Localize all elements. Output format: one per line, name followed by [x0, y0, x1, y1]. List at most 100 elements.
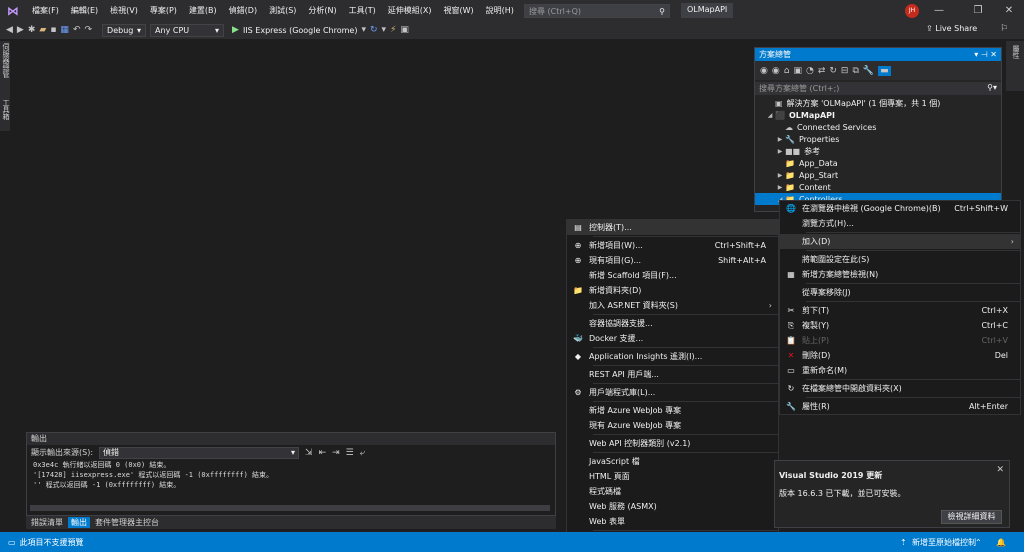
view-details-button[interactable]: 檢視詳細資料	[941, 510, 1002, 524]
chevron-down-icon[interactable]: ▾	[974, 50, 978, 59]
output-horizontal-scrollbar[interactable]	[30, 505, 550, 511]
show-all-files-icon[interactable]: ⧉	[852, 66, 858, 76]
menu-item[interactable]: JavaScript 檔	[567, 454, 778, 469]
switch-views-icon[interactable]: ▣	[793, 66, 802, 76]
home-icon[interactable]: ⌂	[784, 66, 790, 76]
refresh-icon[interactable]: ↻	[370, 25, 378, 35]
word-wrap-icon[interactable]: ⤶	[360, 448, 365, 458]
notification-bell-icon[interactable]: 🔔	[996, 538, 1006, 547]
menu-item[interactable]: 將範圍設定在此(S)	[780, 252, 1020, 267]
menu-item[interactable]: 專案(P)	[144, 5, 183, 16]
platform-select[interactable]: Any CPU ▾	[150, 23, 225, 37]
pin-icon[interactable]: ⊣	[981, 50, 988, 59]
menu-item[interactable]: 編輯(E)	[65, 5, 104, 16]
menu-item[interactable]: 瀏覽方式(H)...	[780, 216, 1020, 231]
expand-arrow-icon[interactable]: ▶	[775, 172, 785, 179]
menu-item[interactable]: 說明(H)	[480, 5, 520, 16]
minimize-icon[interactable]: —	[924, 0, 954, 21]
back-icon[interactable]: ◀	[6, 25, 13, 35]
preview-icon[interactable]: ▬	[878, 65, 891, 76]
open-folder-icon[interactable]: ▰	[39, 25, 46, 35]
menu-item[interactable]: 視窗(W)	[438, 5, 480, 16]
properties-tab[interactable]: 屬性	[1011, 45, 1021, 59]
menu-item[interactable]: ▭ 重新命名(M)	[780, 363, 1020, 378]
next-message-icon[interactable]: ⇥	[332, 448, 340, 458]
menu-item[interactable]: ⊕ 新增項目(W)... Ctrl+Shift+A	[567, 238, 778, 253]
menu-item[interactable]: 加入 ASP.NET 資料夾(S) ›	[567, 298, 778, 313]
restore-icon[interactable]: ❐	[963, 0, 993, 21]
close-icon[interactable]: ✕	[994, 0, 1024, 21]
menu-item[interactable]: ✕ 刪除(D) Del	[780, 348, 1020, 363]
pending-changes-icon[interactable]: ◔	[806, 66, 814, 76]
collapse-all-icon[interactable]: ⊟	[841, 66, 849, 76]
collapse-arrow-icon[interactable]: ◢	[765, 112, 775, 119]
browser-link-icon[interactable]: ⚡	[390, 25, 396, 35]
feedback-icon[interactable]: ⚐	[1000, 24, 1008, 34]
clear-all-icon[interactable]: ☰	[346, 448, 354, 458]
menu-item[interactable]: 📁 新增資料夾(D)	[567, 283, 778, 298]
menu-item[interactable]: ▤ 控制器(T)...	[567, 220, 778, 235]
menu-item[interactable]: 🌐 在瀏覽器中檢視 (Google Chrome)(B) Ctrl+Shift+W	[780, 201, 1020, 216]
screenshot-icon[interactable]: ▣	[400, 25, 409, 35]
menu-item[interactable]: ◆ Application Insights 遙測(I)...	[567, 349, 778, 364]
bottom-tab[interactable]: 套件管理器主控台	[92, 517, 162, 528]
menu-item[interactable]: Web 服務 (ASMX)	[567, 499, 778, 514]
chevron-down-icon[interactable]: ▾	[382, 25, 387, 35]
menu-item[interactable]: ↻ 在檔案總管中開啟資料夾(X)	[780, 381, 1020, 396]
menu-item[interactable]: 檢視(V)	[104, 5, 144, 16]
visual-studio-logo-icon[interactable]: ⋈	[0, 0, 26, 21]
menu-item[interactable]: ⚙ 用戶端程式庫(L)...	[567, 385, 778, 400]
menu-item[interactable]: 新增 Azure WebJob 專案	[567, 403, 778, 418]
chevron-down-icon[interactable]: ▾	[361, 25, 366, 35]
sync-icon[interactable]: ⇄	[818, 66, 826, 76]
menu-item[interactable]: 現有 Azure WebJob 專案	[567, 418, 778, 433]
expand-arrow-icon[interactable]: ▶	[775, 148, 785, 155]
avatar[interactable]: JH	[905, 4, 919, 18]
menu-item[interactable]: Web 表單	[567, 514, 778, 529]
menu-item[interactable]: 加入(D) ›	[780, 234, 1020, 249]
tree-item[interactable]: ▣ 解決方案 'OLMapAPI' (1 個專案，共 1 個)	[755, 97, 1001, 109]
live-share-button[interactable]: ⇪ Live Share	[926, 24, 977, 33]
run-target-button[interactable]: IIS Express (Google Chrome)	[243, 26, 358, 35]
menu-item[interactable]: REST API 用戶端...	[567, 367, 778, 382]
menu-item[interactable]: 檔案(F)	[26, 5, 65, 16]
bottom-tab[interactable]: 錯誤清單	[28, 517, 66, 528]
menu-item[interactable]: ▦ 新增方案總管檢視(N)	[780, 267, 1020, 282]
menu-item[interactable]: 程式碼檔	[567, 484, 778, 499]
back-icon[interactable]: ◉	[760, 66, 768, 76]
menu-item[interactable]: 容器協調器支援...	[567, 316, 778, 331]
tree-item[interactable]: ☁ Connected Services	[755, 121, 1001, 133]
close-icon[interactable]: ✕	[990, 50, 997, 59]
menu-item[interactable]: Web API 控制器類別 (v2.1)	[567, 436, 778, 451]
menu-item[interactable]: 工具(T)	[343, 5, 382, 16]
forward-icon[interactable]: ◉	[772, 66, 780, 76]
menu-item[interactable]: 偵錯(D)	[223, 5, 263, 16]
menu-item[interactable]: 分析(N)	[302, 5, 342, 16]
save-icon[interactable]: ▪	[50, 25, 56, 35]
tree-item[interactable]: ▶ 🔧 Properties	[755, 133, 1001, 145]
tree-item[interactable]: 📁 App_Data	[755, 157, 1001, 169]
menu-item[interactable]: 測試(S)	[263, 5, 302, 16]
tree-item[interactable]: ▶ ■■ 参考	[755, 145, 1001, 157]
refresh-icon[interactable]: ↻	[829, 66, 837, 76]
redo-icon[interactable]: ↷	[84, 25, 92, 35]
play-icon[interactable]: ▶	[232, 25, 239, 35]
new-project-icon[interactable]: ✱	[28, 25, 36, 35]
prev-message-icon[interactable]: ⇤	[319, 448, 327, 458]
expand-arrow-icon[interactable]: ▶	[775, 136, 785, 143]
tree-item[interactable]: ◢ ⬛ OLMapAPI	[755, 109, 1001, 121]
tree-item[interactable]: ▶ 📁 Content	[755, 181, 1001, 193]
bottom-tab[interactable]: 輸出	[68, 517, 90, 528]
configuration-select[interactable]: Debug ▾	[102, 23, 147, 37]
solution-search-input[interactable]: 搜尋方案總管 (Ctrl+;) ⚲▾	[755, 82, 1001, 95]
menu-item[interactable]: 🔧 屬性(R) Alt+Enter	[780, 399, 1020, 414]
menu-item[interactable]: 延伸模組(X)	[382, 5, 438, 16]
menu-item[interactable]: 🐳 Docker 支援...	[567, 331, 778, 346]
forward-icon[interactable]: ▶	[17, 25, 24, 35]
source-control-button[interactable]: 新增至原始檔控制	[912, 537, 976, 548]
output-source-select[interactable]: 偵錯 ▾	[99, 446, 300, 459]
properties-icon[interactable]: 🔧	[863, 66, 874, 76]
close-icon[interactable]: ✕	[996, 465, 1004, 475]
find-message-icon[interactable]: ⇲	[305, 448, 313, 458]
menu-item[interactable]: 建置(B)	[183, 5, 223, 16]
